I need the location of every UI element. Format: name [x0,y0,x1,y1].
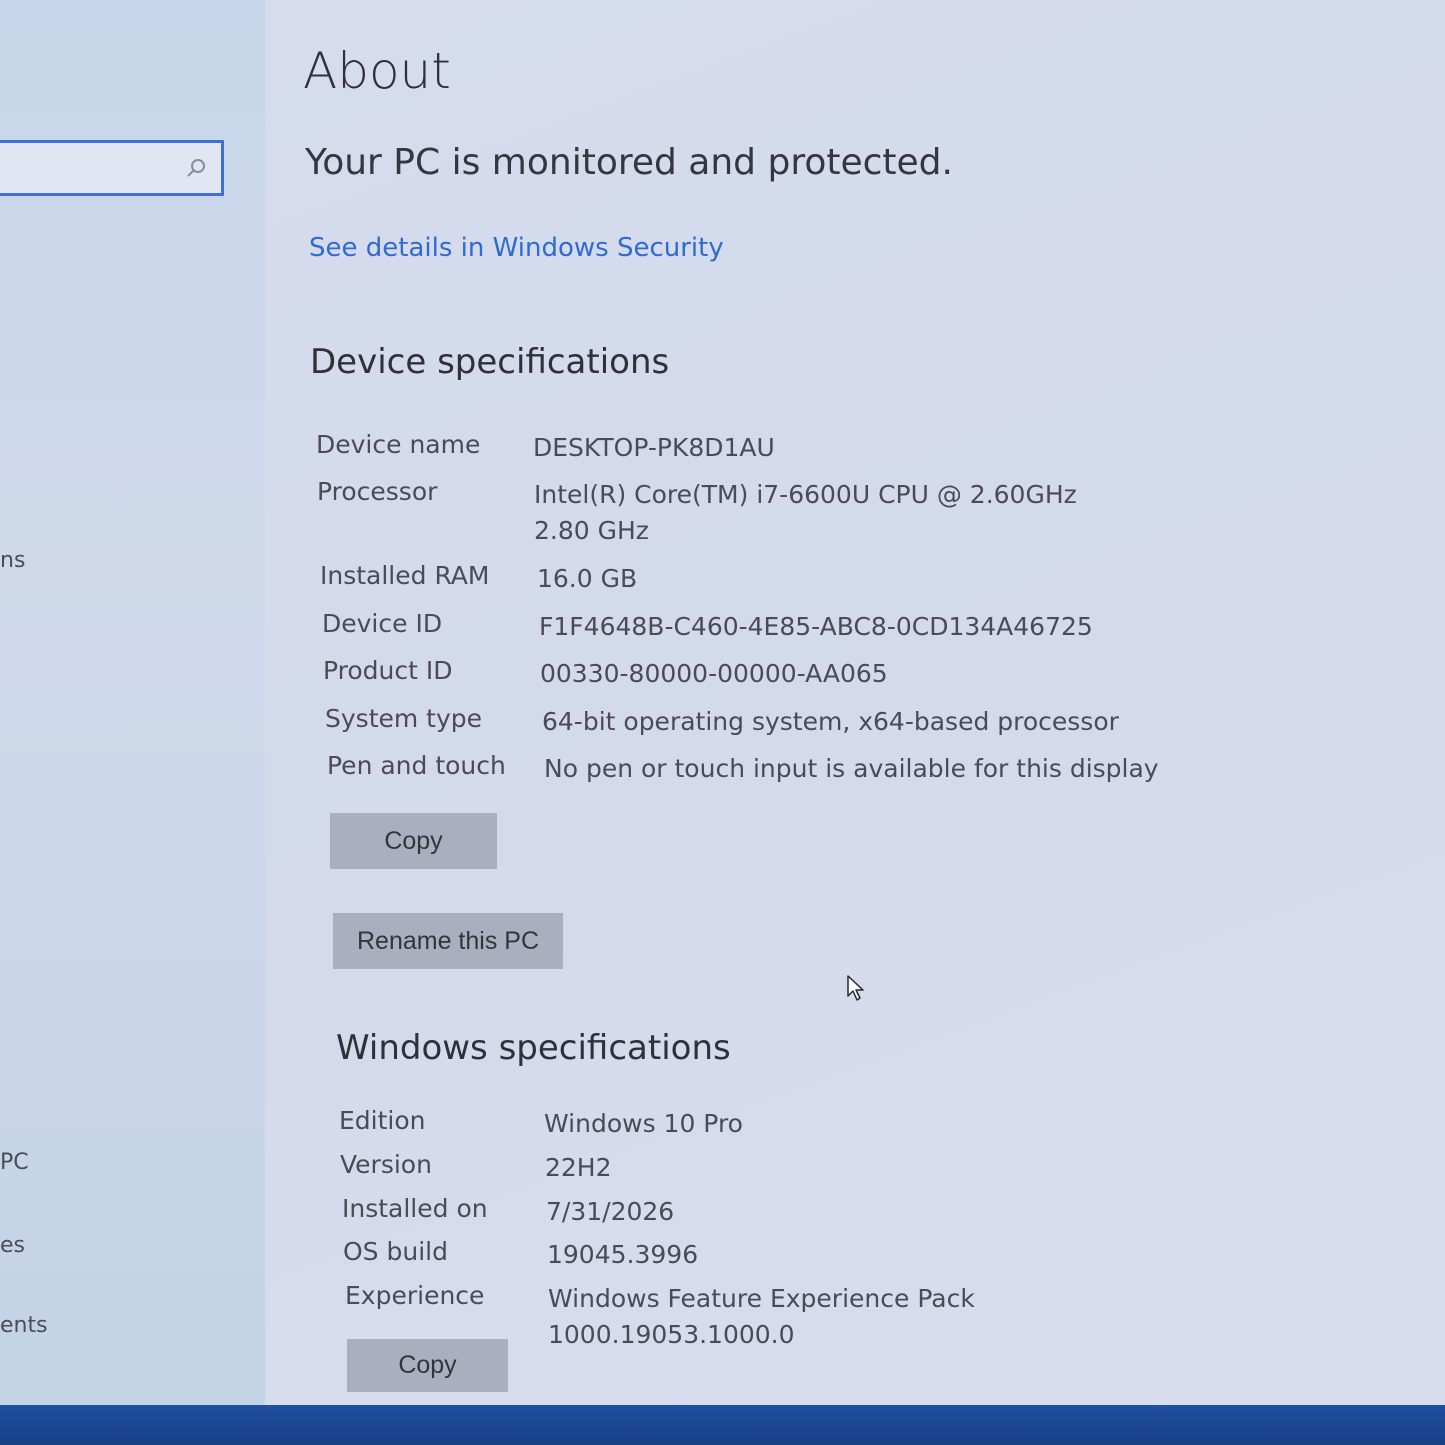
copy-windows-specs-button[interactable]: Copy [347,1339,508,1392]
spec-value: 16.0 GB [537,564,638,593]
spec-value: 19045.3996 [547,1240,699,1269]
spec-value: No pen or touch input is available for t… [544,754,1159,783]
spec-label: Experience [345,1281,485,1310]
spec-label: Device name [316,430,481,459]
spec-value: Windows Feature Experience Pack 1000.190… [548,1284,975,1349]
windows-security-link[interactable]: See details in Windows Security [309,233,724,263]
device-specs-heading: Device specifications [310,342,670,382]
mouse-cursor-icon [847,975,864,1001]
spec-value: F1F4648B-C460-4E85-ABC8-0CD134A46725 [539,612,1093,641]
sidebar: ns PC es ents [0,0,265,1405]
spec-label: Edition [339,1106,426,1135]
spec-label: Product ID [323,656,453,685]
sidebar-item-1[interactable]: PC [0,1150,29,1175]
rename-pc-button[interactable]: Rename this PC [333,913,563,969]
sidebar-item-3[interactable]: ents [0,1313,48,1338]
spec-label: System type [325,704,483,733]
spec-label: Installed on [342,1194,488,1223]
spec-value: Windows 10 Pro [544,1109,743,1138]
spec-value: Intel(R) Core(TM) i7-6600U CPU @ 2.60GHz… [534,480,1077,545]
search-icon [187,159,205,177]
taskbar [0,1405,1445,1445]
search-input[interactable] [0,140,224,196]
page-title: About [303,42,451,100]
spec-label: Device ID [322,609,443,638]
sidebar-item-0[interactable]: ns [0,548,25,573]
protection-status-text: Your PC is monitored and protected. [305,142,953,183]
settings-window: ns PC es ents About Your PC is monitored… [0,0,1445,1445]
copy-device-specs-button[interactable]: Copy [330,813,497,869]
spec-value: DESKTOP-PK8D1AU [533,433,775,462]
sidebar-item-2[interactable]: es [0,1233,25,1258]
spec-value: 22H2 [545,1153,612,1182]
spec-value: 00330-80000-00000-AA065 [540,659,888,688]
spec-label: Processor [317,477,438,506]
spec-label: Pen and touch [327,751,506,780]
spec-label: OS build [343,1237,448,1266]
spec-value: 7/31/2026 [546,1197,675,1226]
spec-value: 64-bit operating system, x64-based proce… [542,707,1119,736]
spec-label: Installed RAM [320,561,490,590]
windows-specs-heading: Windows specifications [336,1028,731,1068]
about-page: About Your PC is monitored and protected… [265,0,1445,1405]
spec-label: Version [340,1150,432,1179]
